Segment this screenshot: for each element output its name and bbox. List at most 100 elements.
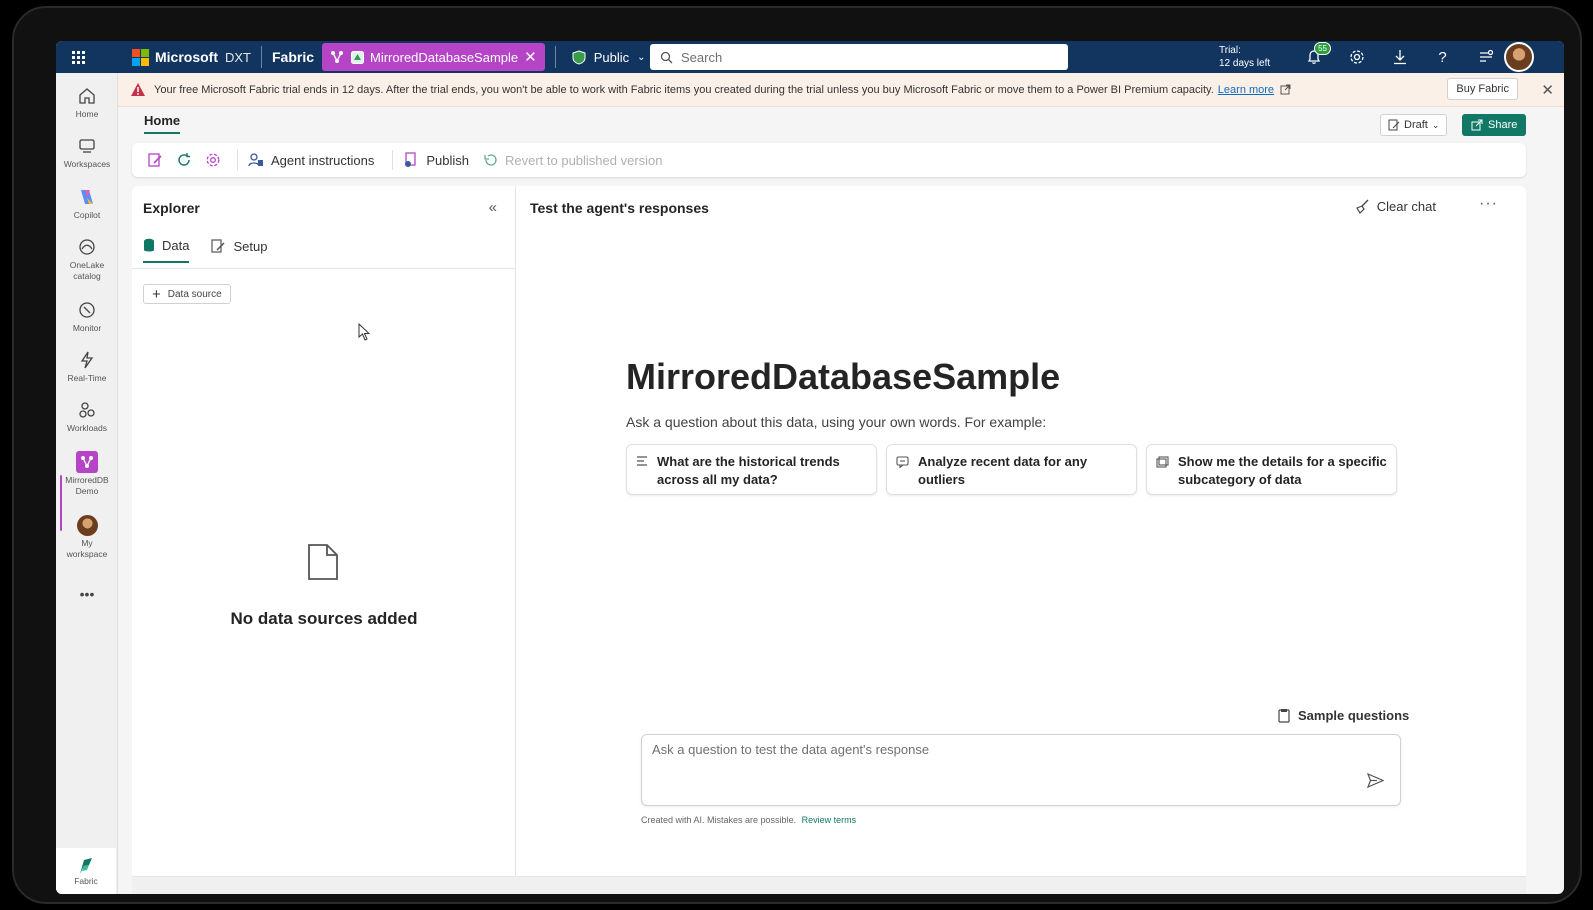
tab-setup[interactable]: Setup [211,238,267,263]
gear-icon [1349,50,1364,64]
rail-item-copilot[interactable]: Copilot [56,186,118,221]
chevron-down-icon: ⌄ [637,51,646,63]
add-data-source-button[interactable]: + Data source [143,284,231,304]
agent-instructions-icon [248,153,263,167]
publish-label: Publish [426,152,469,168]
setup-icon [211,239,225,253]
suggestion-card[interactable]: What are the historical trends across al… [626,444,877,495]
learn-more-link[interactable]: Learn more [1218,84,1274,96]
suggestion-card[interactable]: Analyze recent data for any outliers [886,444,1137,495]
settings-icon[interactable] [204,151,222,169]
buy-fabric-button[interactable]: Buy Fabric [1447,78,1518,100]
divider [237,150,238,170]
revert-icon [484,153,497,166]
help-button[interactable]: ? [1421,41,1464,73]
rail-more-button[interactable]: ••• [56,586,118,602]
external-link-icon [1280,84,1291,95]
rail-item-monitor[interactable]: Monitor [56,299,118,334]
account-avatar[interactable] [1504,42,1534,72]
warning-icon [131,83,145,96]
sample-questions-button[interactable]: Sample questions [1278,708,1409,723]
share-button[interactable]: Share [1462,114,1527,136]
rail-item-mirroreddb-demo[interactable]: MirroredDB Demo [56,451,118,497]
lightning-icon [76,349,98,371]
chat-input[interactable] [652,742,1342,757]
tab-data[interactable]: Data [143,238,190,263]
tab-home[interactable]: Home [144,113,181,134]
fabric-logo-icon [80,858,92,874]
monitor-icon [76,299,98,321]
notification-badge: 55 [1314,42,1331,55]
rail-item-real-time[interactable]: Real-Time [56,349,118,384]
fabric-experience-switcher[interactable]: Fabric [56,848,116,894]
notifications-button[interactable]: 55 [1292,41,1335,73]
clear-chat-button[interactable]: Clear chat [1355,199,1436,214]
rail-label: MirroredDB Demo [65,475,109,496]
suggestion-card[interactable]: Show me the details for a specific subca… [1146,444,1397,495]
top-bar: Microsoft DXT Fabric MirroredDatabaseSam… [56,41,1564,73]
feedback-button[interactable] [1464,41,1507,73]
more-icon: ••• [79,586,95,602]
workloads-icon [76,399,98,421]
search-box[interactable]: Search [650,44,1068,70]
shield-icon [572,49,586,65]
rail-label: Fabric [74,876,98,886]
agent-instructions-button[interactable]: Agent instructions [248,152,374,168]
publish-button[interactable]: Publish [403,152,469,168]
item-tab[interactable]: MirroredDatabaseSample ✕ [322,43,545,71]
chevron-down-icon: ⌄ [1431,119,1440,130]
agent-name-heading: MirroredDatabaseSample [626,356,1061,397]
help-icon: ? [1438,48,1447,66]
rail-label: OneLake catalog [69,260,105,281]
edit-icon[interactable] [146,151,164,169]
chat-input-box [641,734,1401,806]
more-options-icon[interactable]: ··· [1479,195,1498,213]
send-icon[interactable] [1367,773,1384,788]
trial-status[interactable]: Trial: 12 days left [1219,44,1270,70]
rail-item-workloads[interactable]: Workloads [56,399,118,434]
banner-message: Your free Microsoft Fabric trial ends in… [154,83,1214,96]
clear-chat-label: Clear chat [1376,199,1436,214]
agent-instructions-label: Agent instructions [271,152,375,168]
app-launcher-button[interactable] [56,41,100,73]
rail-item-my-workspace[interactable]: My workspace [56,514,118,560]
sample-questions-label: Sample questions [1298,708,1410,723]
rail-label: Real-Time [67,373,107,383]
chat-title: Test the agent's responses [530,200,709,216]
rail-item-workspaces[interactable]: Workspaces [56,135,118,170]
share-icon [1471,119,1483,131]
rail-item-home[interactable]: Home [56,85,118,120]
revert-button[interactable]: Revert to published version [483,153,663,168]
divider [261,46,262,68]
collapse-icon[interactable]: « [489,199,497,216]
brand-name: Microsoft [155,49,218,65]
item-tab-label: MirroredDatabaseSample [370,49,519,65]
data-agent-icon [330,50,344,64]
workload-name[interactable]: Fabric [272,49,314,65]
clipboard-icon [1278,709,1290,723]
trial-line-2: 12 days left [1219,58,1271,69]
rail-label: My workspace [66,538,108,559]
rail-item-onelake-catalog[interactable]: OneLake catalog [56,236,118,282]
explorer-tabs: Data Setup [143,238,267,263]
suggestion-text: Analyze recent data for any outliers [918,454,1088,487]
suggestion-list: What are the historical trends across al… [626,444,1397,495]
document-icon [308,544,338,580]
close-tab-icon[interactable]: ✕ [524,48,537,66]
rail-label: Copilot [73,210,101,220]
waffle-icon [71,50,85,64]
publish-icon [405,152,416,167]
explorer-title: Explorer [143,200,200,216]
settings-button[interactable] [1335,41,1378,73]
explorer-panel: Explorer « Data Setup + Data source No d… [132,186,516,876]
download-button[interactable] [1378,41,1421,73]
draft-dropdown[interactable]: Draft ⌄ [1380,114,1448,136]
close-icon[interactable]: ✕ [1541,81,1554,99]
review-terms-link[interactable]: Review terms [802,815,857,825]
mirroreddb-icon [76,451,98,473]
sensitivity-dropdown[interactable]: Public ⌄ [572,50,646,65]
refresh-icon[interactable] [175,151,193,169]
mirrored-db-icon [350,50,364,64]
revert-label: Revert to published version [504,152,663,168]
agent-subtitle: Ask a question about this data, using yo… [626,414,1047,430]
